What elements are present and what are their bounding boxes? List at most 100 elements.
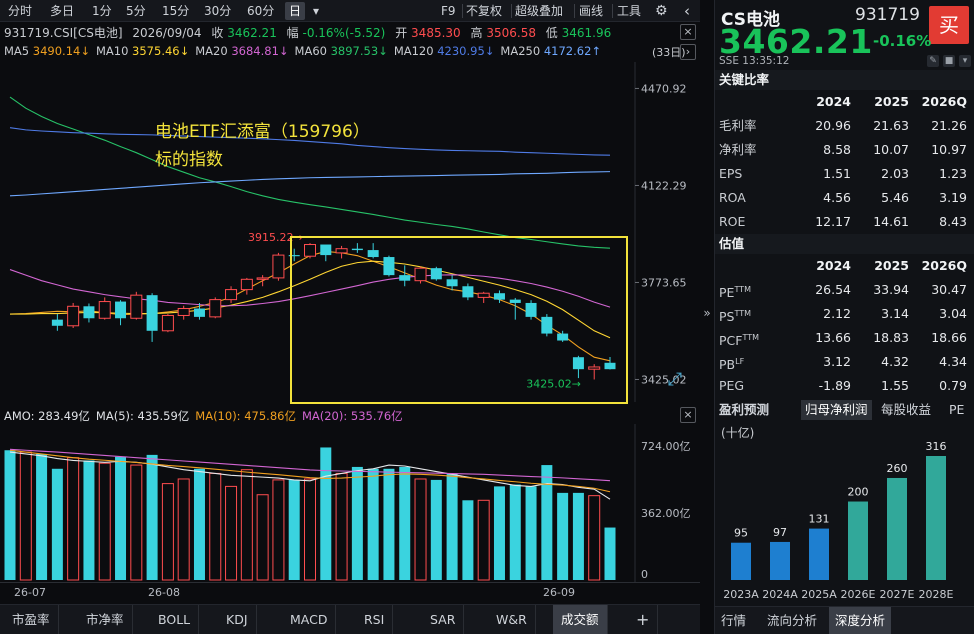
metric-value: 2.12 <box>823 306 851 321</box>
metric-value: 30.47 <box>931 282 967 297</box>
turnover-bar <box>414 478 427 581</box>
settings-toggle-icon[interactable]: › <box>680 44 696 60</box>
metric-value: 12.17 <box>815 214 851 229</box>
amo-legend-value: 475.86亿 <box>244 409 296 423</box>
ma-legend-value: 3490.14↓ <box>32 44 90 58</box>
year-header: 2024 <box>816 258 851 273</box>
indicator-tab[interactable]: RSI <box>356 605 394 634</box>
bar-date: 2026/09/04 <box>132 26 202 40</box>
earnings-bar <box>926 456 946 580</box>
candle <box>256 275 269 287</box>
divider <box>612 4 613 18</box>
ma-legend-value: 3684.81↓ <box>231 44 289 58</box>
indicator-tab[interactable]: 市盈率 <box>4 605 59 634</box>
metric-name: ROA <box>719 190 746 205</box>
turnover-bar <box>588 495 601 581</box>
indicator-tab[interactable]: W&R <box>488 605 536 634</box>
turnover-bar <box>288 479 300 580</box>
gear-icon[interactable]: ⚙ <box>655 2 668 20</box>
close-icon[interactable]: × <box>680 24 696 40</box>
period-30min[interactable]: 30分 <box>200 2 235 20</box>
turnover-bar <box>541 465 553 580</box>
candle-body <box>146 295 158 331</box>
period-1min[interactable]: 1分 <box>88 2 116 20</box>
more-icon[interactable]: ▾ <box>959 55 971 67</box>
chart-annotation: 电池ETF汇添富（159796） 标的指数 <box>155 118 370 174</box>
period-daily[interactable]: 日 <box>285 2 306 20</box>
sidebar-tab[interactable]: 流向分析 <box>761 607 823 634</box>
collapse-sidebar-icon[interactable]: » <box>700 306 714 320</box>
period-intraday[interactable]: 分时 <box>4 2 36 20</box>
turnover-bar <box>304 478 316 581</box>
expand-icon[interactable]: ⤢ <box>662 367 688 393</box>
indicator-tab[interactable]: KDJ <box>218 605 257 634</box>
turnover-bar <box>430 479 442 580</box>
ma-legend-label: MA20 <box>195 44 232 58</box>
quote-info-line: 931719.CSI[CS电池] 2026/09/04 收 3462.21 幅 … <box>4 26 612 40</box>
ma-legend: MA5 3490.14↓ MA10 3575.46↓ MA20 3684.81↓ MA… <box>4 44 607 60</box>
year-header: 2026Q <box>921 258 967 273</box>
close-value: 3462.21 <box>227 26 277 40</box>
ma-legend-item: MA250 4172.62↑ <box>500 44 601 58</box>
ma-legend-label: MA250 <box>500 44 544 58</box>
metric-value: 10.97 <box>931 142 967 157</box>
buy-button[interactable]: 买 <box>929 6 969 44</box>
change-value: -0.16%(-5.52) <box>302 26 386 40</box>
turnover-bar <box>477 499 490 581</box>
metric-value: 5.46 <box>881 190 909 205</box>
high-value: 3506.58 <box>486 26 536 40</box>
indicator-tab[interactable]: MACD <box>282 605 337 634</box>
indicator-tab[interactable]: SAR <box>422 605 465 634</box>
earnings-tab[interactable]: PE <box>945 400 968 420</box>
sidebar-tab[interactable]: 行情 <box>715 607 752 634</box>
earnings-bar <box>731 542 751 580</box>
turnover-bar <box>36 453 48 580</box>
metric-value: 18.83 <box>873 330 909 345</box>
earnings-bar <box>887 477 907 580</box>
turnover-bar <box>209 472 222 581</box>
tools-button[interactable]: 工具 <box>617 2 641 20</box>
candle-body <box>256 277 269 280</box>
candle <box>272 252 285 281</box>
earnings-bar-category: 2024A <box>762 588 798 601</box>
close-indicator-icon[interactable]: × <box>680 407 696 423</box>
earnings-tab[interactable]: 每股收益 <box>877 400 935 420</box>
earnings-tab[interactable]: 归母净利润 <box>801 400 872 420</box>
period-60min[interactable]: 60分 <box>243 2 278 20</box>
edit-icon[interactable]: ✎ <box>927 55 939 67</box>
time-tick-label: 26-08 <box>148 586 180 599</box>
super-overlay-button[interactable]: 超级叠加 <box>515 2 563 20</box>
divider <box>574 4 575 18</box>
period-multiday[interactable]: 多日 <box>46 2 78 20</box>
metric-suffix: TTM <box>734 309 752 318</box>
period-5min[interactable]: 5分 <box>122 2 150 20</box>
f9-button[interactable]: F9 <box>441 2 456 20</box>
earnings-bar <box>809 528 829 580</box>
chevron-left-icon[interactable]: ‹ <box>684 2 690 20</box>
candle <box>225 286 238 303</box>
period-15min[interactable]: 15分 <box>158 2 193 20</box>
lock-icon[interactable]: ■ <box>943 55 955 67</box>
metric-value: 3.12 <box>823 354 851 369</box>
ma-legend-value: 3575.46↓ <box>132 44 190 58</box>
turnover-bar <box>399 466 411 580</box>
turnover-bar <box>525 486 537 580</box>
metric-value: 21.63 <box>873 118 909 133</box>
candle <box>115 300 127 326</box>
candle-body <box>130 294 143 319</box>
period-dropdown-icon[interactable]: ▾ <box>309 2 323 20</box>
add-indicator-icon[interactable]: + <box>628 605 659 634</box>
earnings-bar-category: 2025A <box>801 588 837 601</box>
candle <box>209 297 222 319</box>
no-adjust-button[interactable]: 不复权 <box>466 2 502 20</box>
metric-value: 8.43 <box>939 214 967 229</box>
divider <box>511 4 512 18</box>
indicator-tab[interactable]: 市净率 <box>78 605 133 634</box>
annotation-line-1: 电池ETF汇添富（159796） <box>155 122 370 142</box>
indicator-tab[interactable]: BOLL <box>150 605 200 634</box>
draw-line-button[interactable]: 画线 <box>579 2 603 20</box>
amo-legend-value: 283.49亿 <box>38 409 90 423</box>
earnings-bar-value: 131 <box>809 513 830 526</box>
indicator-tab[interactable]: 成交额 <box>553 605 608 634</box>
sidebar-tab[interactable]: 深度分析 <box>829 607 892 634</box>
